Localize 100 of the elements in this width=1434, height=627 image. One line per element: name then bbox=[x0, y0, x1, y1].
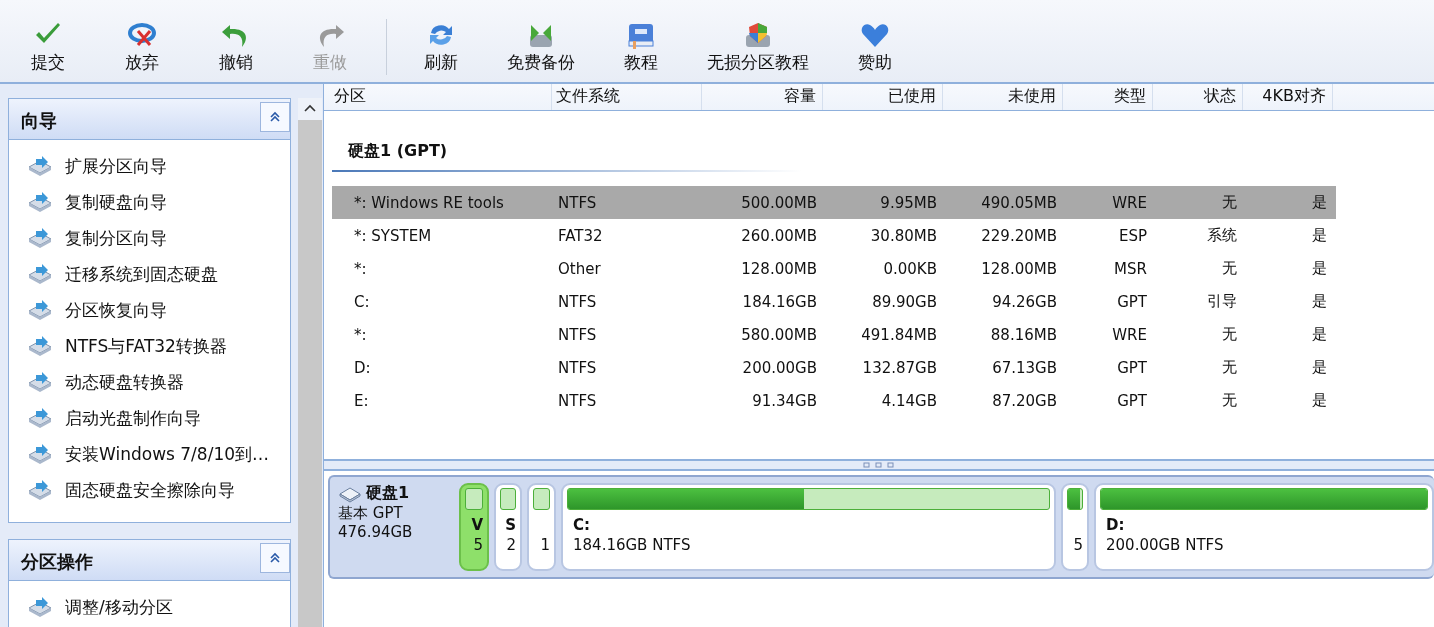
table-row[interactable]: *: SYSTEM FAT32 260.00MB 30.80MB 229.20MB ESP 系统 是 bbox=[332, 219, 1336, 252]
collapse-button[interactable] bbox=[260, 543, 290, 573]
table-cell-text: 260.00MB bbox=[740, 226, 818, 245]
toolbar-button[interactable]: 赞助 bbox=[837, 20, 913, 74]
disk-icon bbox=[27, 335, 53, 357]
table-cell-text: WRE bbox=[1111, 325, 1148, 344]
table-cell-text: 无 bbox=[1221, 325, 1238, 344]
table-cell-text: 94.26GB bbox=[991, 292, 1058, 311]
table-cell-text: 无 bbox=[1221, 259, 1238, 278]
partition-label: V bbox=[471, 516, 483, 536]
usage-bar bbox=[465, 488, 483, 510]
chevron-up-icon bbox=[269, 552, 281, 564]
table-cell-text: NTFS bbox=[557, 391, 598, 410]
table-cell-text: ESP bbox=[1117, 226, 1148, 245]
sidebar-item[interactable]: 分区恢复向导 bbox=[9, 292, 290, 328]
usage-bar bbox=[533, 488, 550, 510]
table-cell-text: E: bbox=[353, 391, 370, 410]
sidebar-item[interactable]: 调整/移动分区 bbox=[9, 589, 290, 625]
partition-block[interactable]: 5 bbox=[1061, 483, 1089, 571]
table-cell-text: 88.16MB bbox=[989, 325, 1058, 344]
column-header[interactable]: 分区 bbox=[330, 84, 552, 110]
table-cell-text: *: bbox=[353, 259, 368, 278]
sidebar-item[interactable]: 扩展分区向导 bbox=[9, 148, 290, 184]
sidebar-item[interactable]: 复制硬盘向导 bbox=[9, 184, 290, 220]
section-title: 向导 bbox=[20, 109, 58, 133]
table-row[interactable]: D: NTFS 200.00GB 132.87GB 67.13GB GPT 无 是 bbox=[332, 351, 1336, 384]
table-cell-text: 184.16GB bbox=[741, 292, 818, 311]
table-cell-text: 89.90GB bbox=[871, 292, 938, 311]
toolbar-button[interactable]: 无损分区教程 bbox=[697, 20, 819, 74]
disk-icon bbox=[27, 371, 53, 393]
toolbar-button[interactable]: 撤销 bbox=[198, 20, 274, 74]
section-title: 分区操作 bbox=[20, 550, 94, 574]
scroll-up-icon[interactable] bbox=[304, 104, 316, 112]
disk-heading: 硬盘1 (GPT) bbox=[348, 141, 448, 160]
table-cell-text: 229.20MB bbox=[980, 226, 1058, 245]
table-cell-text: 系统 bbox=[1206, 226, 1238, 245]
table-row[interactable]: *: Windows RE tools NTFS 500.00MB 9.95MB 490.05MB WRE 无 是 bbox=[332, 186, 1336, 219]
toolbar-button[interactable]: 教程 bbox=[603, 20, 679, 74]
usage-bar bbox=[500, 488, 516, 510]
sidebar-item[interactable]: 迁移系统到固态硬盘 bbox=[9, 256, 290, 292]
toolbar-button[interactable]: 免费备份 bbox=[497, 20, 585, 74]
disk-icon bbox=[27, 155, 53, 177]
table-row[interactable]: *: NTFS 580.00MB 491.84MB 88.16MB WRE 无 是 bbox=[332, 318, 1336, 351]
partition-label: D: bbox=[1106, 516, 1126, 534]
table-cell-text: 87.20GB bbox=[991, 391, 1058, 410]
partition-block[interactable]: S 2 bbox=[494, 483, 522, 571]
partition-number: 5 bbox=[473, 536, 483, 554]
table-cell-text: *: bbox=[353, 325, 368, 344]
table-cell-text: 30.80MB bbox=[869, 226, 938, 245]
column-header[interactable]: 类型 bbox=[1063, 84, 1153, 110]
toolbar-button[interactable]: 放弃 bbox=[104, 20, 180, 74]
table-cell-text: 是 bbox=[1311, 259, 1328, 278]
toolbar-button[interactable]: 提交 bbox=[10, 20, 86, 74]
column-header[interactable]: 未使用 bbox=[943, 84, 1063, 110]
table-cell-text: 491.84MB bbox=[860, 325, 938, 344]
sidebar-item[interactable]: 固态硬盘安全擦除向导 bbox=[9, 472, 290, 508]
column-header[interactable]: 容量 bbox=[702, 84, 823, 110]
sidebar-item[interactable]: 动态硬盘转换器 bbox=[9, 364, 290, 400]
sidebar-item[interactable]: 启动光盘制作向导 bbox=[9, 400, 290, 436]
toolbar-button[interactable]: 刷新 bbox=[403, 20, 479, 74]
table-cell-text: *: Windows RE tools bbox=[353, 193, 505, 212]
disk-icon bbox=[27, 479, 53, 501]
table-cell-text: 580.00MB bbox=[740, 325, 818, 344]
table-row[interactable]: E: NTFS 91.34GB 4.14GB 87.20GB GPT 无 是 bbox=[332, 384, 1336, 417]
table-cell-text: D: bbox=[353, 358, 372, 377]
disk-size: 476.94GB bbox=[338, 523, 414, 541]
column-header[interactable]: 文件系统 bbox=[552, 84, 702, 110]
table-cell-text: NTFS bbox=[557, 292, 598, 311]
table-cell-text: 4.14GB bbox=[880, 391, 938, 410]
collapse-button[interactable] bbox=[260, 102, 290, 132]
partition-block[interactable]: V 5 bbox=[459, 483, 489, 571]
table-cell-text: GPT bbox=[1116, 358, 1148, 377]
table-cell-text: 引导 bbox=[1206, 292, 1238, 311]
column-header[interactable]: 已使用 bbox=[823, 84, 943, 110]
partition-number: 5 bbox=[1073, 536, 1083, 554]
table-cell-text: GPT bbox=[1116, 391, 1148, 410]
sidebar-item[interactable]: 安装Windows 7/8/10到… bbox=[9, 436, 290, 472]
partition-block[interactable]: C: 184.16GB NTFS bbox=[561, 483, 1056, 571]
table-cell-text: *: SYSTEM bbox=[353, 226, 433, 245]
table-cell-text: 0.00KB bbox=[882, 259, 938, 278]
disk-type: 基本 GPT bbox=[338, 504, 404, 523]
splitter-handle[interactable] bbox=[862, 462, 896, 468]
disk-name: 硬盘1 bbox=[366, 483, 410, 504]
partition-block[interactable]: D: 200.00GB NTFS bbox=[1094, 483, 1434, 571]
scrollbar[interactable] bbox=[298, 98, 322, 627]
sidebar-item[interactable]: NTFS与FAT32转换器 bbox=[9, 328, 290, 364]
table-cell-text: FAT32 bbox=[557, 226, 604, 245]
chevron-up-icon bbox=[269, 111, 281, 123]
table-row[interactable]: C: NTFS 184.16GB 89.90GB 94.26GB GPT 引导 是 bbox=[332, 285, 1336, 318]
table-cell-text: 9.95MB bbox=[879, 193, 938, 212]
table-cell-text: 500.00MB bbox=[740, 193, 818, 212]
partition-info: 200.00GB NTFS bbox=[1106, 536, 1225, 554]
sidebar-item[interactable]: 复制分区向导 bbox=[9, 220, 290, 256]
table-cell-text: NTFS bbox=[557, 358, 598, 377]
table-row[interactable]: *: Other 128.00MB 0.00KB 128.00MB MSR 无 是 bbox=[332, 252, 1336, 285]
column-header[interactable]: 4KB对齐 bbox=[1243, 84, 1333, 110]
column-header[interactable]: 状态 bbox=[1153, 84, 1243, 110]
table-cell-text: C: bbox=[353, 292, 371, 311]
partition-block[interactable]: 1 bbox=[527, 483, 556, 571]
table-cell-text: NTFS bbox=[557, 325, 598, 344]
